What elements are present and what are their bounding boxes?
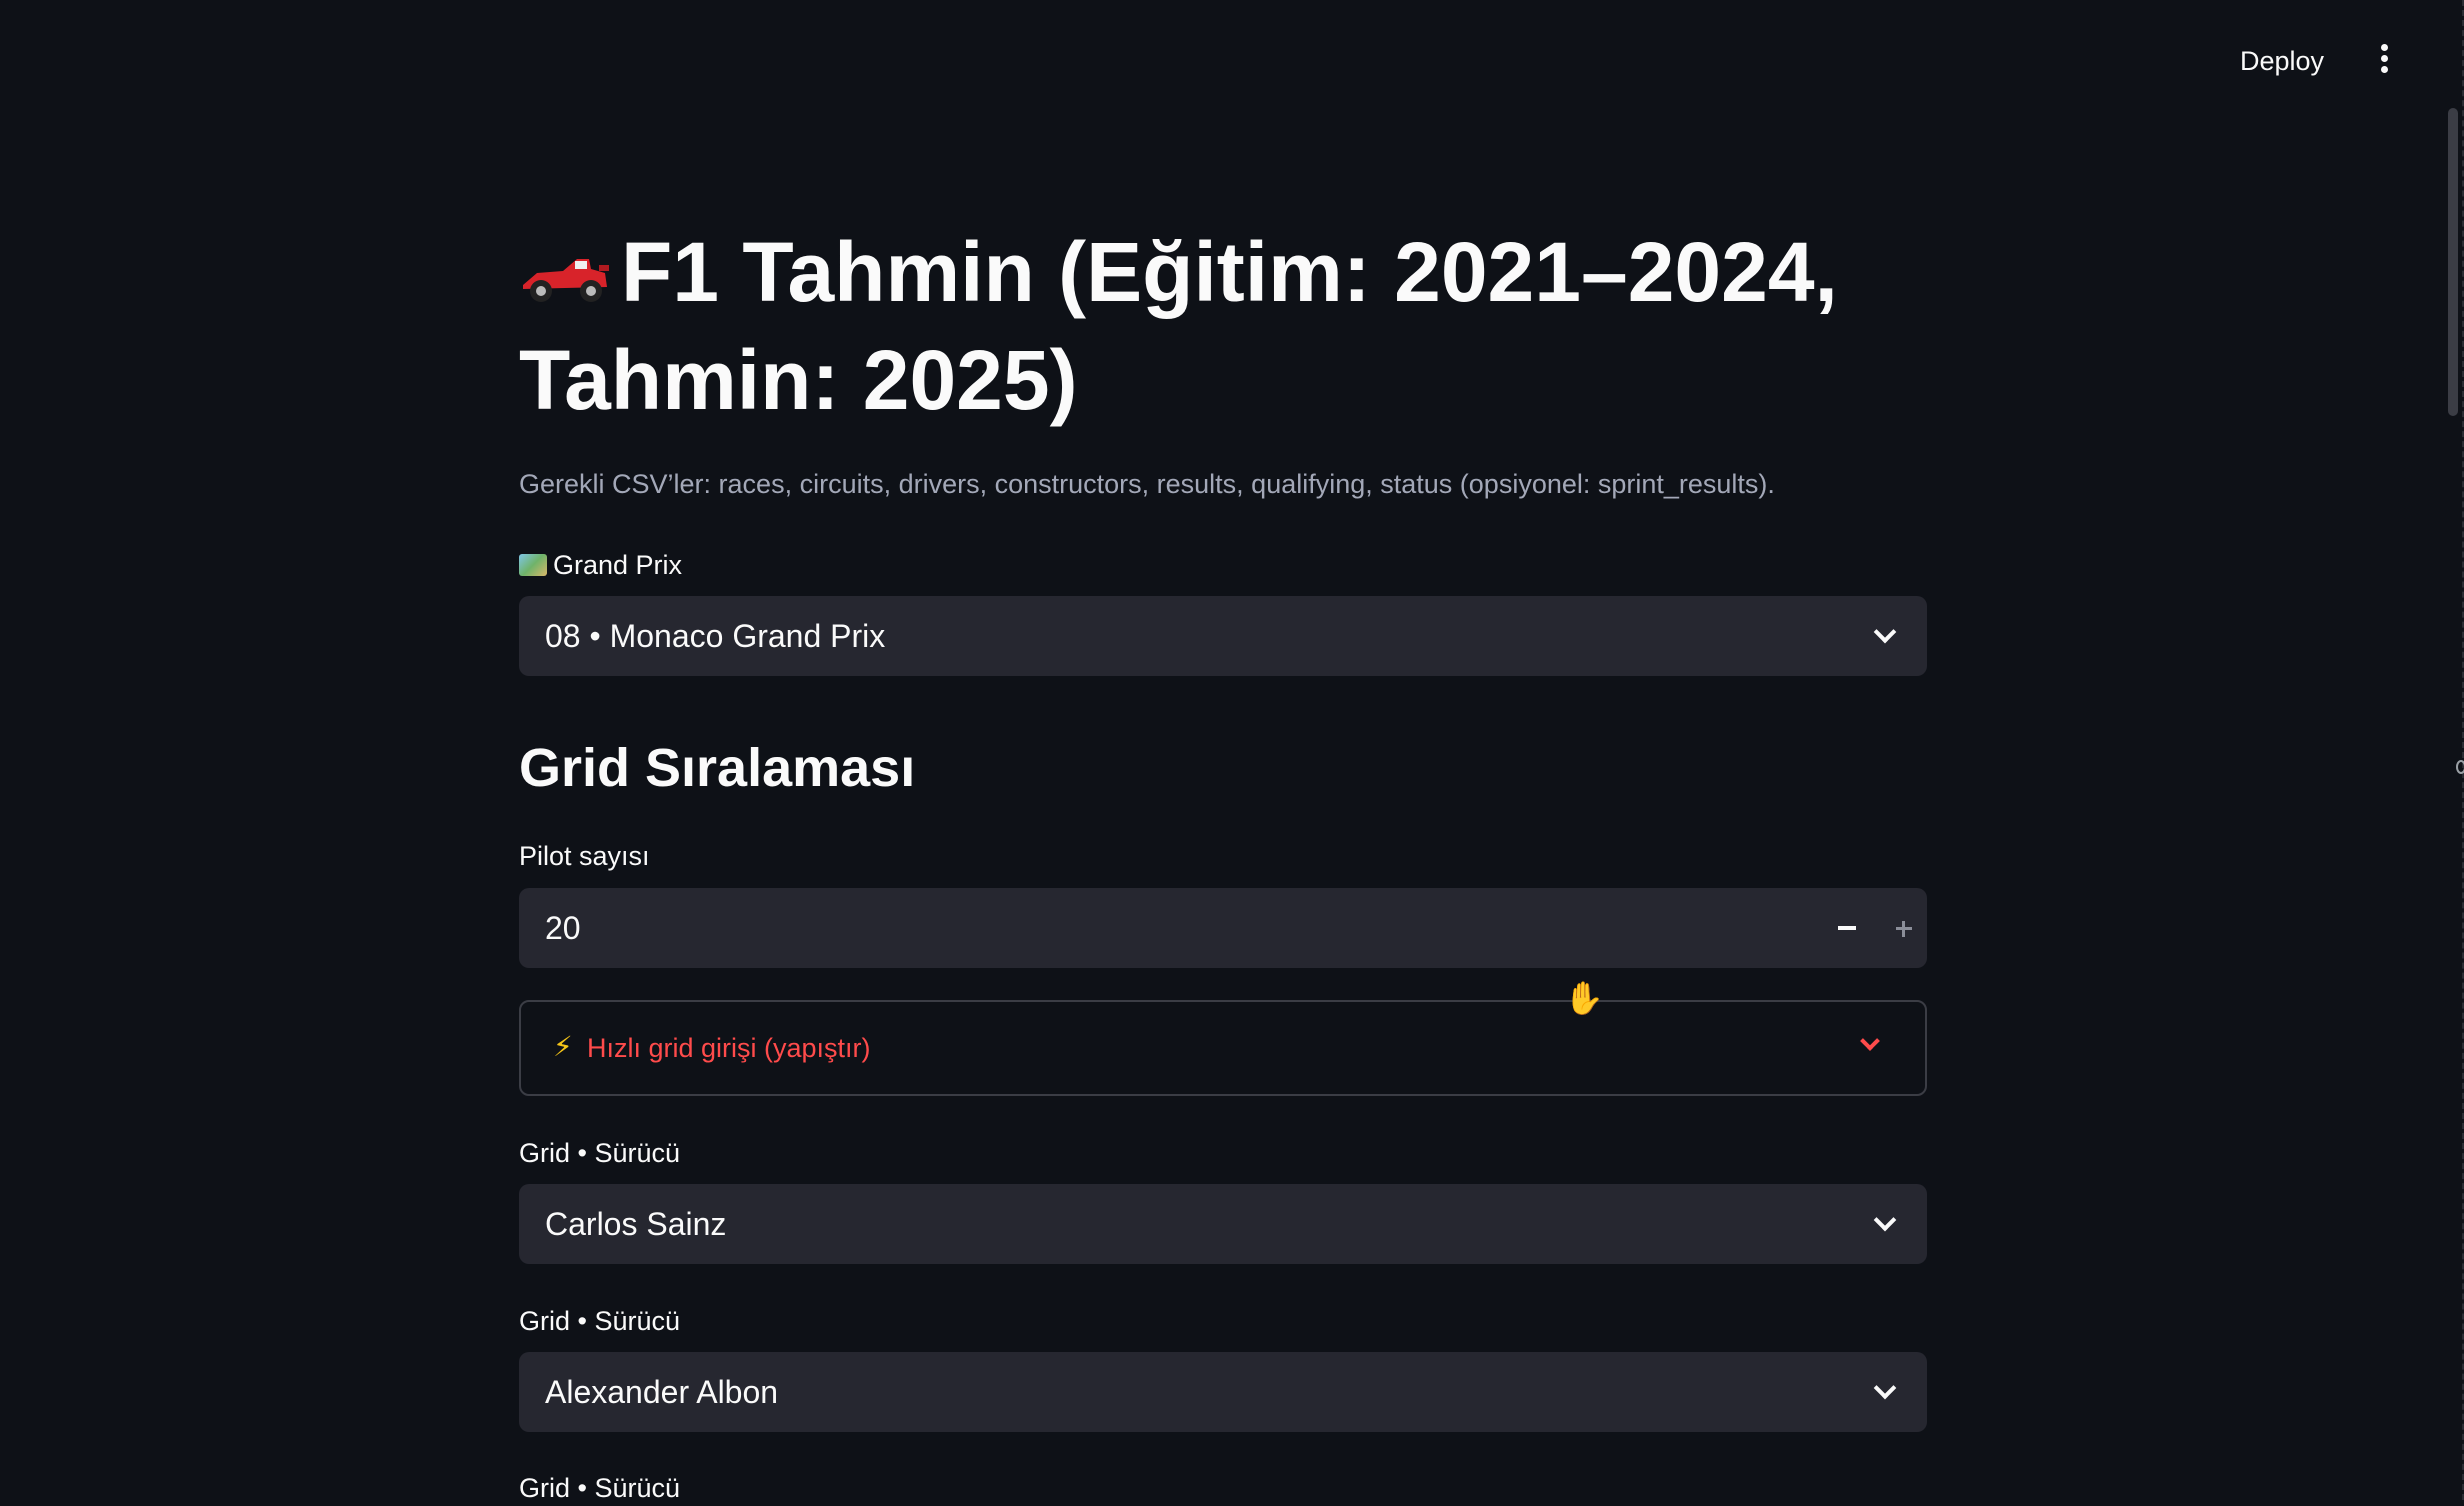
race-car-icon [523, 259, 609, 302]
grid-driver-select[interactable]: Alexander Albon [519, 1352, 1927, 1432]
quick-grid-entry-expander[interactable]: ⚡ Hızlı grid girişi (yapıştır) [519, 1000, 1927, 1096]
decrement-button[interactable] [1819, 900, 1875, 956]
kebab-menu-icon[interactable] [2368, 40, 2400, 80]
grid-driver-select[interactable]: Carlos Sainz [519, 1184, 1927, 1264]
top-bar: Deploy [0, 0, 2464, 120]
pilot-count-value[interactable]: 20 [545, 888, 581, 968]
grid-driver-label: Grid • Sürücü [519, 1473, 681, 1503]
world-map-icon [519, 554, 547, 576]
page-title: F1 Tahmin (Eğitim: 2021–2024, Tahmin: 20… [519, 218, 1927, 434]
chevron-down-icon [1873, 620, 1897, 644]
grid-driver-label: Grid • Sürücü [519, 1306, 681, 1336]
quick-grid-entry-label: Hızlı grid girişi (yapıştır) [587, 1033, 871, 1063]
deploy-button[interactable]: Deploy [2228, 38, 2336, 84]
scrollbar-thumb[interactable] [2448, 108, 2458, 416]
grand-prix-label-text: Grand Prix [553, 550, 683, 580]
grid-driver-selected-value: Carlos Sainz [545, 1206, 727, 1242]
chevron-down-icon [1873, 1376, 1897, 1400]
grand-prix-select[interactable]: 08 • Monaco Grand Prix [519, 596, 1927, 676]
scrollbar[interactable] [2448, 108, 2458, 1500]
increment-button[interactable] [1883, 900, 1927, 956]
grand-prix-label: Grand Prix [519, 547, 682, 583]
hand-cursor-icon: ✋ [1564, 980, 1604, 1016]
page-title-text: F1 Tahmin (Eğitim: 2021–2024, Tahmin: 20… [519, 225, 1838, 427]
grid-driver-label: Grid • Sürücü [519, 1138, 681, 1168]
chevron-down-icon [1873, 1208, 1897, 1232]
chevron-down-icon [1860, 1031, 1880, 1051]
grand-prix-selected-value: 08 • Monaco Grand Prix [545, 618, 886, 654]
grid-section-heading: Grid Sıralaması [519, 738, 916, 798]
pilot-count-input[interactable]: 20 [519, 888, 1927, 968]
pilot-count-label: Pilot sayısı [519, 841, 650, 871]
grid-driver-selected-value: Alexander Albon [545, 1374, 779, 1410]
page-caption: Gerekli CSV’ler: races, circuits, driver… [519, 469, 1775, 499]
lightning-icon: ⚡ [553, 1031, 573, 1062]
